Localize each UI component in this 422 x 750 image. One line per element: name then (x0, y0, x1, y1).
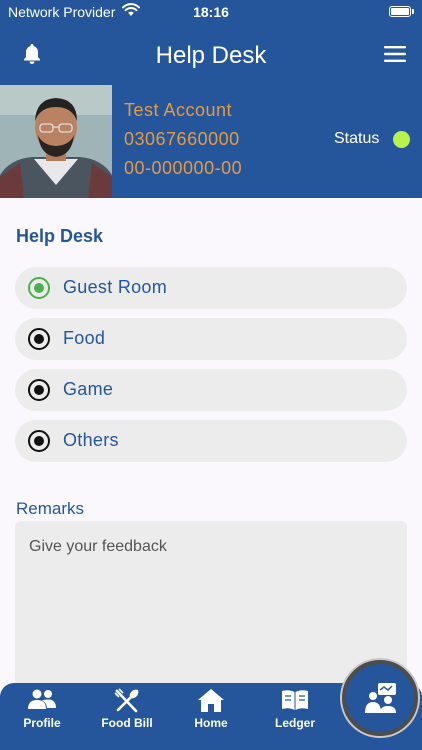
users-icon (28, 689, 56, 709)
radio-icon[interactable] (28, 379, 50, 401)
help-desk-icon (365, 683, 396, 713)
option-label: Others (63, 430, 119, 450)
radio-icon[interactable] (28, 430, 50, 452)
help-desk-section-title: Help Desk (16, 226, 104, 246)
option-label: Guest Room (63, 277, 168, 297)
option-others[interactable]: Others (15, 420, 407, 462)
home-icon (198, 689, 224, 712)
option-label: Game (63, 379, 114, 399)
status-indicator (393, 131, 410, 148)
page-title: Help Desk (155, 42, 267, 69)
clock-time: 18:16 (193, 4, 229, 20)
account-phone: 03067660000 (124, 129, 240, 149)
hamburger-menu-icon[interactable] (384, 46, 406, 67)
help-desk-fab-button[interactable] (342, 660, 418, 736)
radio-icon[interactable] (28, 328, 50, 350)
nav-label: Home (194, 716, 228, 730)
account-name: Test Account (124, 100, 233, 120)
app-header: Help Desk (0, 26, 422, 84)
profile-card: Test Account 03067660000 00-000000-00 St… (0, 84, 422, 198)
option-food[interactable]: Food (15, 318, 407, 360)
nav-label: Food Bill (101, 716, 153, 730)
option-guest-room[interactable]: Guest Room (15, 267, 407, 309)
nav-item-food-bill[interactable]: Food Bill (85, 683, 169, 750)
status-label: Status (334, 130, 380, 147)
avatar (0, 85, 112, 198)
book-icon (282, 690, 308, 710)
nav-item-home[interactable]: Home (169, 683, 253, 750)
radio-selected-icon[interactable] (28, 277, 50, 299)
fork-spoon-icon (114, 688, 139, 713)
nav-label: Ledger (274, 716, 315, 730)
nav-item-profile[interactable]: Profile (0, 683, 84, 750)
battery-icon (389, 6, 411, 17)
account-id-number: 00-000000-00 (124, 158, 243, 178)
option-label: Food (63, 328, 106, 348)
remarks-input[interactable] (15, 521, 407, 701)
status-bar: Network Provider 18:16 (0, 0, 422, 26)
remarks-label: Remarks (16, 499, 85, 518)
battery-tip-icon (412, 9, 414, 14)
option-game[interactable]: Game (15, 369, 407, 411)
nav-item-ledger[interactable]: Ledger (253, 683, 337, 750)
nav-label: Profile (23, 716, 61, 730)
